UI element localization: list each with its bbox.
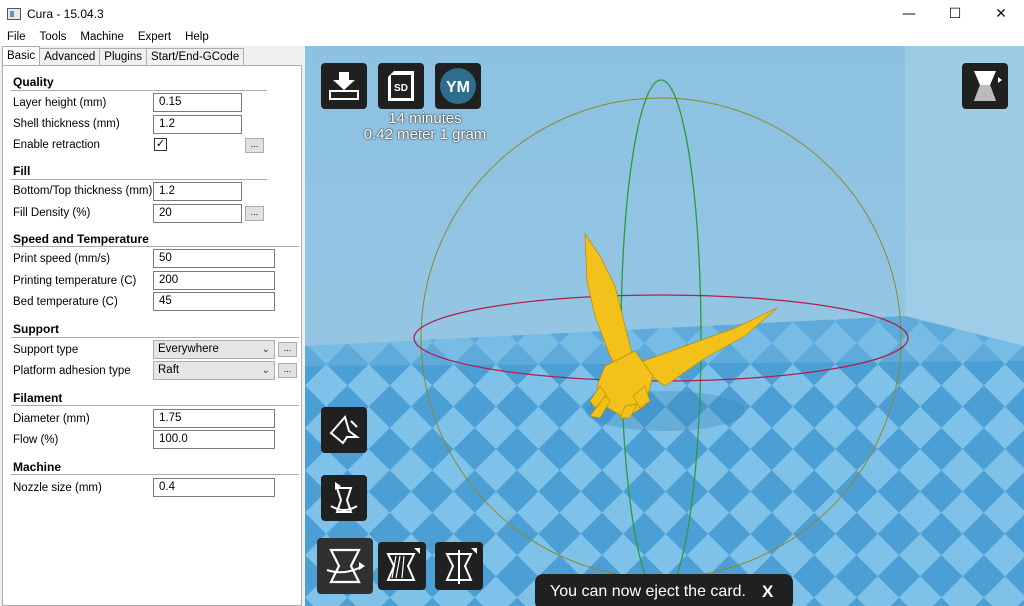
title-bar: Cura - 15.04.3 — ☐ ✕ — [0, 0, 1024, 28]
support-type-select[interactable]: Everywhere ⌄ — [153, 340, 275, 359]
tab-basic[interactable]: Basic — [2, 46, 41, 66]
platform-adhesion-select[interactable]: Raft ⌄ — [153, 361, 275, 380]
bed-temperature-input[interactable]: 45 — [153, 292, 275, 311]
layer-height-input[interactable]: 0.15 — [153, 93, 242, 112]
close-notification-button[interactable]: X — [762, 582, 773, 602]
bottom-top-thickness-input[interactable]: 1.2 — [153, 182, 242, 201]
app-icon — [7, 8, 21, 20]
section-support: Support — [13, 322, 59, 336]
shell-thickness-input[interactable]: 1.2 — [153, 115, 242, 134]
section-machine: Machine — [13, 460, 62, 474]
menu-tools[interactable]: Tools — [33, 31, 74, 43]
shell-thickness-label: Shell thickness (mm) — [13, 118, 120, 130]
printing-temperature-label: Printing temperature (C) — [13, 275, 137, 287]
print-speed-label: Print speed (mm/s) — [13, 253, 111, 265]
load-model-button[interactable] — [321, 63, 367, 109]
chevron-down-icon: ⌄ — [261, 344, 270, 355]
eject-notification-text: You can now eject the card. — [550, 583, 746, 600]
print-time: 14 minutes — [388, 110, 462, 127]
diameter-label: Diameter (mm) — [13, 413, 90, 425]
print-speed-input[interactable]: 50 — [153, 249, 275, 268]
support-more-button[interactable]: ... — [278, 342, 297, 357]
nozzle-size-input[interactable]: 0.4 — [153, 478, 275, 497]
divider — [11, 179, 267, 180]
minimize-button[interactable]: — — [886, 0, 932, 28]
fill-density-input[interactable]: 20 — [153, 204, 242, 223]
platform-adhesion-value: Raft — [158, 364, 180, 376]
view-mode-icon — [974, 71, 1002, 101]
retraction-checkbox[interactable]: ✓ — [154, 138, 167, 151]
diameter-input[interactable]: 1.75 — [153, 409, 275, 428]
rotate-model-icon — [326, 548, 365, 584]
retraction-more-button[interactable]: ... — [245, 138, 264, 153]
divider — [11, 246, 299, 247]
rotate-tool-button[interactable] — [321, 475, 367, 521]
tab-plugins[interactable]: Plugins — [99, 48, 147, 66]
chevron-down-icon: ⌄ — [261, 365, 270, 376]
section-filament: Filament — [13, 391, 63, 405]
nozzle-size-label: Nozzle size (mm) — [13, 482, 102, 494]
section-quality: Quality — [13, 75, 54, 89]
support-type-value: Everywhere — [158, 343, 219, 355]
divider — [11, 90, 267, 91]
save-to-sd-button[interactable]: SD — [378, 63, 424, 109]
section-speed-temperature: Speed and Temperature — [13, 232, 149, 246]
print-estimate: 14 minutes 0.42 meter 1 gram — [325, 111, 525, 143]
maximize-button[interactable]: ☐ — [932, 0, 978, 28]
printing-temperature-input[interactable]: 200 — [153, 271, 275, 290]
bottom-top-thickness-label: Bottom/Top thickness (mm) — [13, 185, 153, 197]
bed-temperature-label: Bed temperature (C) — [13, 296, 118, 308]
sd-card-icon: SD — [388, 71, 414, 101]
menu-help[interactable]: Help — [178, 31, 216, 43]
rotate-icon — [330, 482, 358, 513]
divider — [11, 405, 299, 406]
platform-adhesion-label: Platform adhesion type — [13, 365, 131, 377]
rotate-mode-button[interactable] — [317, 538, 373, 594]
basic-tab-page: Quality Layer height (mm) 0.15 Shell thi… — [2, 65, 302, 606]
divider — [11, 474, 299, 475]
tab-advanced[interactable]: Advanced — [39, 48, 101, 66]
sd-label: SD — [394, 83, 408, 94]
flow-input[interactable]: 100.0 — [153, 430, 275, 449]
print-usage: 0.42 meter 1 gram — [363, 126, 487, 143]
mirror-tool-button[interactable] — [321, 407, 367, 453]
menu-machine[interactable]: Machine — [73, 31, 130, 43]
3d-viewport[interactable]: SD YM 14 minutes 0.42 meter 1 gram You c… — [305, 46, 1024, 606]
tab-start-end-gcode[interactable]: Start/End-GCode — [146, 48, 245, 66]
window-title: Cura - 15.04.3 — [27, 7, 104, 21]
scale-icon — [386, 548, 420, 581]
retraction-label: Enable retraction — [13, 139, 100, 151]
divider — [11, 337, 299, 338]
adhesion-more-button[interactable]: ... — [278, 363, 297, 378]
menu-file[interactable]: File — [0, 31, 33, 43]
close-button[interactable]: ✕ — [978, 0, 1024, 28]
menu-expert[interactable]: Expert — [131, 31, 178, 43]
lay-flat-icon — [329, 414, 360, 445]
fill-density-label: Fill Density (%) — [13, 207, 91, 219]
ym-label: YM — [446, 79, 470, 96]
settings-panel: Basic Advanced Plugins Start/End-GCode Q… — [0, 46, 305, 606]
mirror-mode-button[interactable] — [435, 542, 483, 590]
fill-more-button[interactable]: ... — [245, 206, 264, 221]
youmagine-icon: YM — [440, 68, 476, 104]
menu-bar: File Tools Machine Expert Help — [0, 28, 1024, 46]
load-model-icon — [329, 72, 359, 100]
mirror-icon — [445, 548, 477, 584]
scale-tool-button[interactable] — [378, 542, 426, 590]
support-type-label: Support type — [13, 344, 79, 356]
flow-label: Flow (%) — [13, 434, 59, 446]
youmagine-button[interactable]: YM — [435, 63, 481, 109]
section-fill: Fill — [13, 164, 31, 178]
eject-notification: You can now eject the card. X — [535, 574, 793, 606]
view-mode-button[interactable] — [962, 63, 1008, 109]
layer-height-label: Layer height (mm) — [13, 97, 107, 109]
